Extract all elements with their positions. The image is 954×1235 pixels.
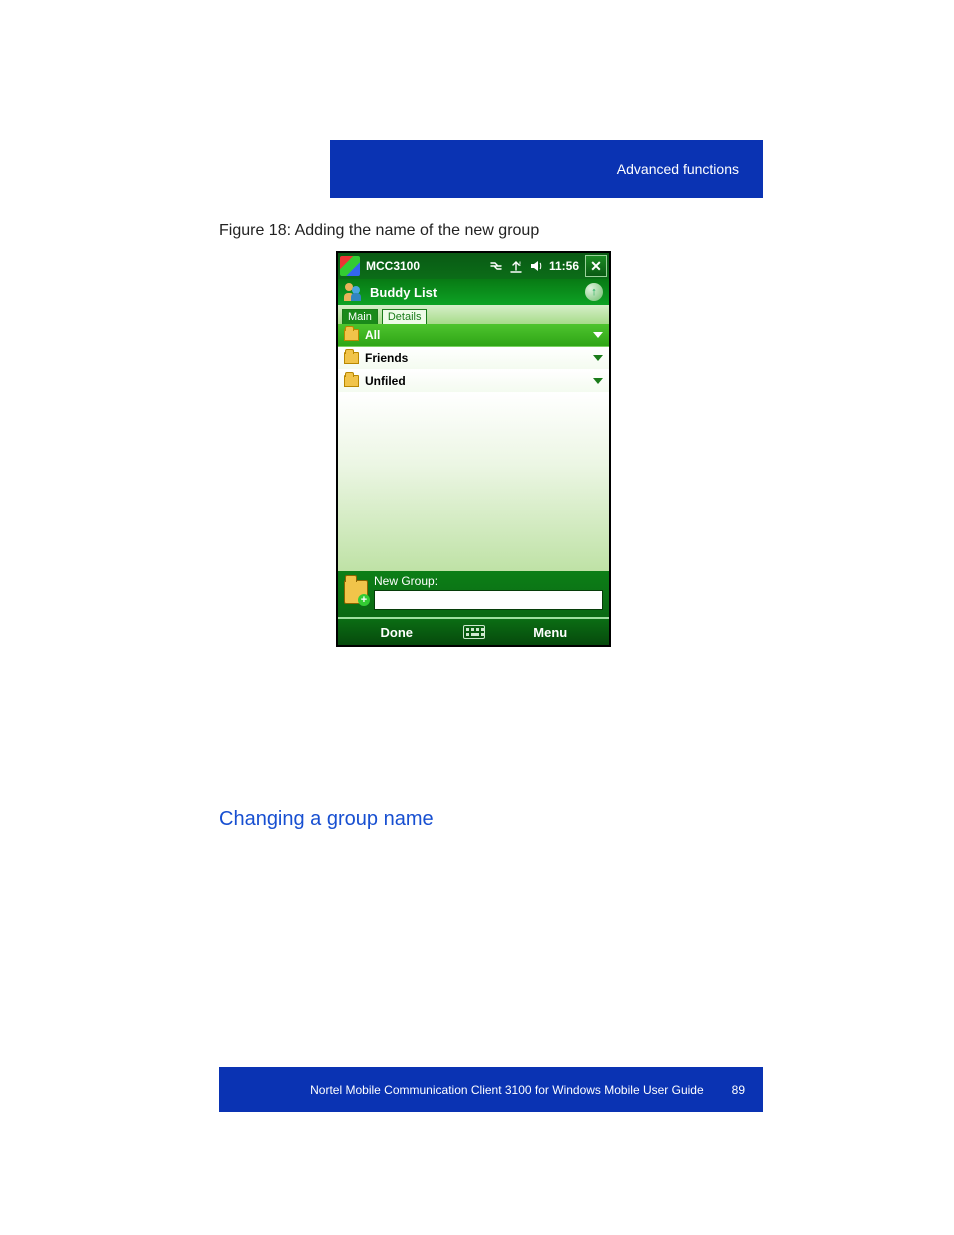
softkey-done[interactable]: Done	[338, 625, 456, 640]
page-header-text: Advanced functions	[617, 161, 739, 177]
svg-text:!: !	[519, 262, 521, 268]
start-flag-icon[interactable]	[340, 256, 360, 276]
screen-subheader: Buddy List ↑	[338, 279, 609, 305]
clock-time[interactable]: 11:56	[549, 259, 579, 273]
chevron-down-icon	[593, 332, 603, 338]
group-row-friends[interactable]: Friends	[338, 347, 609, 370]
chevron-down-icon	[593, 355, 603, 361]
new-group-input[interactable]	[374, 590, 603, 610]
buddies-icon	[344, 283, 364, 301]
page-footer-bar: Nortel Mobile Communication Client 3100 …	[219, 1067, 763, 1112]
signal-icon[interactable]: !	[509, 259, 523, 273]
softkey-keyboard[interactable]	[456, 625, 492, 639]
page-number: 89	[732, 1083, 745, 1097]
group-row-unfiled[interactable]: Unfiled	[338, 370, 609, 393]
page-header-bar: Advanced functions	[330, 140, 763, 198]
app-title: MCC3100	[366, 259, 420, 273]
tab-main[interactable]: Main	[342, 309, 378, 324]
group-label: All	[365, 328, 380, 342]
softkey-bar: Done Menu	[338, 617, 609, 645]
new-folder-icon	[344, 580, 368, 604]
softkey-menu[interactable]: Menu	[492, 625, 610, 640]
new-group-label: New Group:	[374, 574, 603, 588]
group-label: Unfiled	[365, 374, 406, 388]
scroll-up-button[interactable]: ↑	[585, 283, 603, 301]
figure-caption: Figure 18: Adding the name of the new gr…	[219, 222, 539, 240]
device-screenshot: MCC3100 ! 11:56 ✕ Buddy List ↑ Main Deta…	[336, 251, 611, 647]
window-titlebar: MCC3100 ! 11:56 ✕	[338, 253, 609, 279]
section-heading: Changing a group name	[219, 808, 434, 831]
tabs-row: Main Details	[338, 305, 609, 324]
screen-title: Buddy List	[370, 285, 437, 300]
group-label: Friends	[365, 351, 408, 365]
close-button[interactable]: ✕	[585, 255, 607, 277]
list-body-empty	[338, 393, 609, 571]
group-row-all[interactable]: All	[338, 324, 609, 347]
folder-icon	[344, 352, 359, 364]
folder-icon	[344, 329, 359, 341]
footer-text: Nortel Mobile Communication Client 3100 …	[310, 1083, 704, 1097]
folder-icon	[344, 375, 359, 387]
keyboard-icon	[463, 625, 485, 639]
new-group-bar: New Group:	[338, 571, 609, 617]
chevron-down-icon	[593, 378, 603, 384]
connectivity-icon[interactable]	[489, 259, 503, 273]
volume-icon[interactable]	[529, 259, 543, 273]
tab-details[interactable]: Details	[382, 309, 428, 324]
